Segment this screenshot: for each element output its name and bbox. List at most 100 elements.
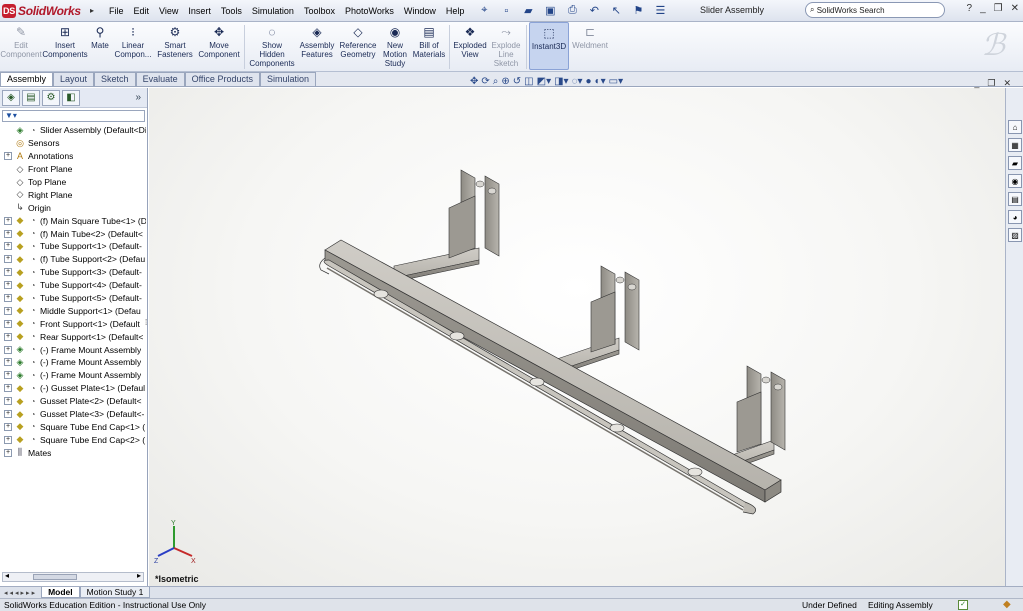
- tree-item[interactable]: + ◈ ◔ (-) Frame Mount Assembly: [0, 356, 146, 369]
- tree-item[interactable]: + ◆ ◔ Gusset Plate<2> (Default<: [0, 395, 146, 408]
- view-settings-icon[interactable]: ▭▾: [609, 76, 623, 87]
- menu-edit[interactable]: Edit: [129, 1, 155, 21]
- tab-layout[interactable]: Layout: [53, 72, 95, 86]
- expand-toggle-icon[interactable]: +: [4, 306, 12, 315]
- menu-simulation[interactable]: Simulation: [247, 1, 299, 21]
- graphics-area[interactable]: [149, 88, 1005, 586]
- explode-line-button[interactable]: ⤳ Explode Line Sketch: [488, 22, 524, 69]
- expand-chevron-icon[interactable]: »: [135, 92, 141, 103]
- expand-toggle-icon[interactable]: +: [4, 397, 12, 406]
- menu-tools[interactable]: Tools: [216, 1, 247, 21]
- tab-simulation[interactable]: Simulation: [259, 72, 316, 86]
- tree-item[interactable]: + ⫼ Mates: [0, 446, 146, 459]
- motion-study-button[interactable]: ◉ New Motion Study: [379, 22, 411, 69]
- close-button[interactable]: ✕: [1011, 3, 1019, 14]
- scroll-left-icon[interactable]: ◂: [5, 571, 9, 580]
- expand-toggle-icon[interactable]: +: [4, 268, 12, 277]
- expand-toggle-icon[interactable]: +: [4, 358, 12, 367]
- menu-insert[interactable]: Insert: [183, 1, 216, 21]
- tree-item[interactable]: + ◆ ◔ Tube Support<3> (Default-: [0, 266, 146, 279]
- view-orientation-icon[interactable]: ◩▾: [537, 76, 551, 87]
- property-manager-tab-icon[interactable]: ▤: [22, 89, 40, 106]
- minimize-button[interactable]: _: [980, 3, 986, 14]
- scene-icon[interactable]: ◐▾: [595, 76, 606, 87]
- viewport-minimize-button[interactable]: _: [974, 78, 979, 89]
- save-icon[interactable]: ▣: [541, 3, 559, 19]
- insert-components-button[interactable]: ⊞ Insert Components: [42, 22, 88, 60]
- linear-pattern-button[interactable]: ⁝ Linear Compon...: [112, 22, 154, 60]
- front-frame-mount[interactable]: [736, 365, 786, 453]
- tree-item[interactable]: + ◆ ◔ Middle Support<1> (Defau: [0, 304, 146, 317]
- section-view-icon[interactable]: ◫: [524, 76, 533, 87]
- tree-item[interactable]: + ◆ ◔ Tube Support<5> (Default-: [0, 292, 146, 305]
- search-input[interactable]: ⌕ SolidWorks Search: [805, 2, 945, 18]
- print-icon[interactable]: ⎙: [563, 3, 581, 19]
- menu-file[interactable]: File: [104, 1, 129, 21]
- tree-item[interactable]: ◇ Right Plane: [0, 188, 146, 201]
- zoom-area-icon[interactable]: ⊕: [501, 76, 509, 87]
- tree-item[interactable]: + ◆ ◔ (f) Main Square Tube<1> (D: [0, 214, 146, 227]
- bom-button[interactable]: ▤ Bill of Materials: [411, 22, 447, 60]
- tree-item[interactable]: + ◆ ◔ Square Tube End Cap<2> (: [0, 433, 146, 446]
- slider-assembly-model[interactable]: [149, 88, 1005, 586]
- tab-sketch[interactable]: Sketch: [94, 72, 136, 86]
- restore-button[interactable]: ❐: [994, 3, 1003, 14]
- menu-photoworks[interactable]: PhotoWorks: [340, 1, 399, 21]
- tree-item[interactable]: + ◆ ◔ (f) Main Tube<2> (Default<: [0, 227, 146, 240]
- design-library-icon[interactable]: ▦: [1008, 138, 1022, 152]
- display-style-icon[interactable]: ◨▾: [554, 76, 568, 87]
- expand-toggle-icon[interactable]: +: [4, 319, 12, 328]
- feature-manager-tab-icon[interactable]: ◈: [2, 89, 20, 106]
- file-properties-icon[interactable]: ☰: [651, 3, 669, 19]
- file-explorer-icon[interactable]: ▰: [1008, 156, 1022, 170]
- view-palette-icon[interactable]: ▤: [1008, 192, 1022, 206]
- tab-office-products[interactable]: Office Products: [184, 72, 260, 86]
- tree-filter[interactable]: ▼▾: [2, 110, 145, 122]
- expand-toggle-icon[interactable]: +: [4, 255, 12, 264]
- viewport-restore-button[interactable]: ❐: [987, 78, 995, 89]
- rear-frame-mount[interactable]: [448, 169, 500, 259]
- scroll-thumb[interactable]: [33, 574, 77, 580]
- tree-item[interactable]: ◎ Sensors: [0, 137, 146, 150]
- solidworks-logo[interactable]: DS SolidWorks: [2, 1, 86, 21]
- expand-toggle-icon[interactable]: +: [4, 345, 12, 354]
- expand-toggle-icon[interactable]: +: [4, 448, 12, 457]
- tree-item[interactable]: + ◆ ◔ (f) Tube Support<2> (Defau: [0, 253, 146, 266]
- expand-toggle-icon[interactable]: +: [4, 384, 12, 393]
- reference-geometry-button[interactable]: ◇ Reference Geometry: [337, 22, 379, 60]
- expand-toggle-icon[interactable]: +: [4, 229, 12, 238]
- expand-toggle-icon[interactable]: +: [4, 371, 12, 380]
- rebuild-icon[interactable]: ⚑: [629, 3, 647, 19]
- smart-fasteners-button[interactable]: ⚙ Smart Fasteners: [154, 22, 196, 60]
- hide-show-icon[interactable]: ◌▾: [572, 76, 583, 87]
- tree-item[interactable]: + ◆ ◔ Front Support<1> (Default: [0, 317, 146, 330]
- zoom-to-fit-icon[interactable]: ⌕: [493, 76, 499, 87]
- expand-toggle-icon[interactable]: +: [4, 422, 12, 431]
- tree-item[interactable]: + ◆ ◔ Tube Support<1> (Default-: [0, 240, 146, 253]
- pin-icon[interactable]: ⌖: [475, 3, 493, 19]
- middle-frame-mount[interactable]: [590, 265, 640, 353]
- search-results-icon[interactable]: ◉: [1008, 174, 1022, 188]
- assembly-features-button[interactable]: ◈ Assembly Features: [297, 22, 337, 60]
- expand-toggle-icon[interactable]: +: [4, 294, 12, 303]
- pan-icon[interactable]: ✥: [470, 76, 478, 87]
- expand-toggle-icon[interactable]: +: [4, 281, 12, 290]
- new-document-icon[interactable]: ▫: [497, 3, 515, 19]
- expand-toggle-icon[interactable]: +: [4, 435, 12, 444]
- tree-item[interactable]: ◇ Front Plane: [0, 163, 146, 176]
- select-icon[interactable]: ↖: [607, 3, 625, 19]
- tree-item[interactable]: + ◈ ◔ (-) Frame Mount Assembly: [0, 369, 146, 382]
- mate-button[interactable]: ⚲ Mate: [88, 22, 112, 51]
- tab-assembly[interactable]: Assembly: [0, 72, 54, 86]
- tab-evaluate[interactable]: Evaluate: [135, 72, 185, 86]
- expand-toggle-icon[interactable]: +: [4, 216, 12, 225]
- rebuild-status-icon[interactable]: ✓: [958, 600, 968, 610]
- main-square-tube[interactable]: [324, 239, 782, 503]
- tree-item[interactable]: + A Annotations: [0, 150, 146, 163]
- quick-tips-icon[interactable]: ◆: [1003, 599, 1011, 611]
- bottom-tab-model[interactable]: Model: [41, 587, 80, 598]
- menu-toolbox[interactable]: Toolbox: [299, 1, 340, 21]
- tree-item[interactable]: ↳ Origin: [0, 201, 146, 214]
- exploded-view-button[interactable]: ❖ Exploded View: [452, 22, 488, 60]
- weldment-button[interactable]: ⊏ Weldment: [569, 22, 611, 51]
